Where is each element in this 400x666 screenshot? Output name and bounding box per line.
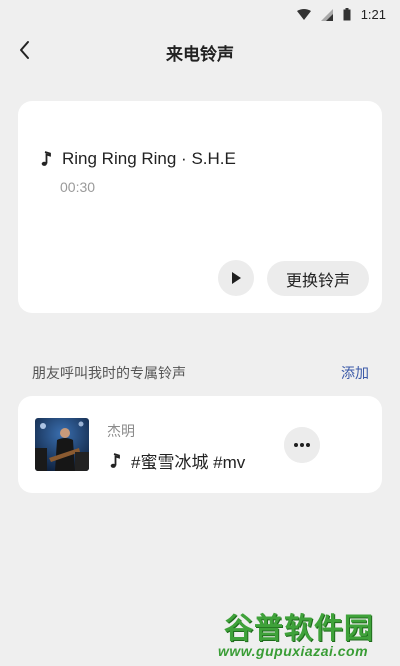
add-friend-ringtone-button[interactable]: 添加 <box>341 363 369 383</box>
watermark-logo: 谷普软件园 <box>224 611 375 645</box>
change-ringtone-button[interactable]: 更换铃声 <box>267 261 369 296</box>
status-time: 1:21 <box>360 7 386 22</box>
page-title: 来电铃声 <box>166 45 234 65</box>
current-ringtone-row: Ring Ring Ring · S.H.E <box>38 149 236 169</box>
more-dots-icon <box>294 443 310 447</box>
music-note-icon <box>110 452 120 468</box>
battery-icon <box>343 8 351 21</box>
contact-avatar-thumbnail <box>35 418 89 471</box>
signal-icon <box>320 8 333 21</box>
music-note-icon <box>41 151 51 166</box>
app-header: 来电铃声 <box>0 30 400 72</box>
status-bar: 1:21 <box>0 0 400 30</box>
current-ringtone-card: Ring Ring Ring · S.H.E 00:30 更换铃声 <box>18 101 382 313</box>
friend-ringtone-title: #蜜雪冰城 #mv <box>131 453 246 472</box>
play-icon <box>232 272 241 284</box>
wifi-icon <box>296 8 311 20</box>
contact-name: 杰明 <box>107 424 135 440</box>
friends-ringtone-section-label: 朋友呼叫我时的专属铃声 <box>32 366 186 382</box>
play-current-ringtone-button[interactable] <box>218 260 254 296</box>
watermark-url: www.gupuxiazai.com <box>218 643 369 659</box>
current-ringtone-title: Ring Ring Ring · S.H.E <box>62 149 236 168</box>
more-options-button[interactable] <box>284 427 320 463</box>
watermark: 谷普软件园 www.gupuxiazai.com <box>218 603 398 663</box>
friend-ringtone-card[interactable]: 杰明 #蜜雪冰城 #mv <box>18 396 382 493</box>
friend-ringtone-row: #蜜雪冰城 #mv <box>107 448 245 473</box>
current-ringtone-duration: 00:30 <box>60 179 96 195</box>
